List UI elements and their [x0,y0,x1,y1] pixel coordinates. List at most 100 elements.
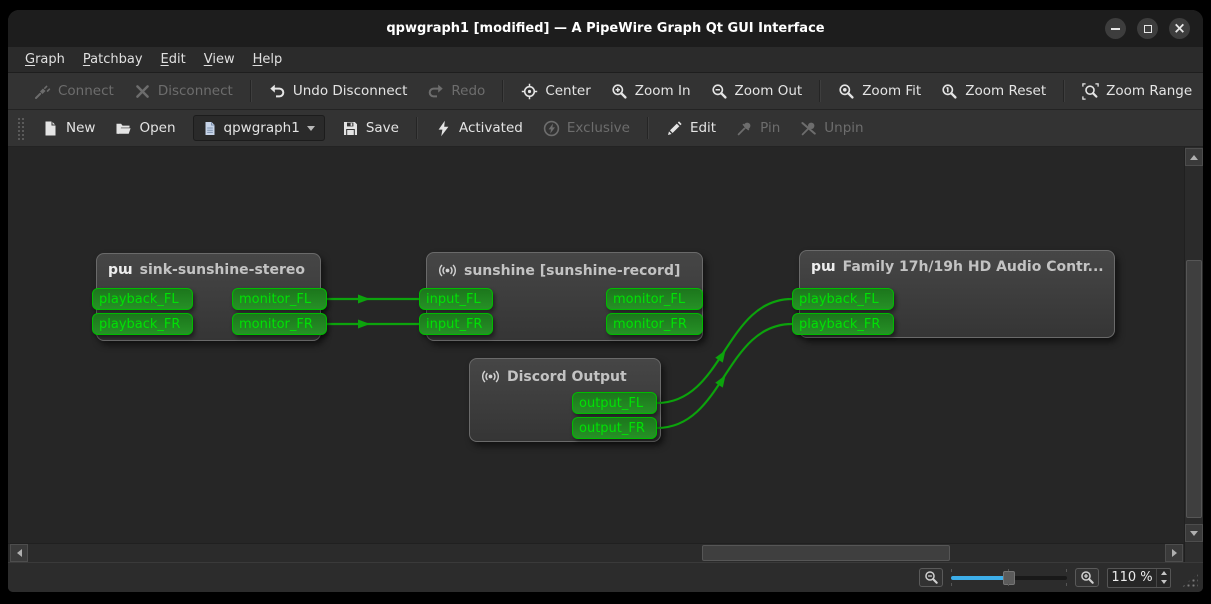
maximize-icon [1143,24,1152,33]
undo-button[interactable]: Undo Disconnect [259,77,418,106]
zoom-percent-spinbox[interactable]: 110 % [1107,567,1171,588]
resize-grip[interactable] [1181,573,1198,588]
redo-icon [429,84,444,97]
toolbar-separator [1063,80,1066,102]
connect-icon [35,85,51,99]
menu-patchbay[interactable]: Patchbay [74,49,152,70]
zoom-reset-icon [942,83,957,99]
port-monitor-fl[interactable]: monitor_FL [232,288,327,310]
toolbar-patchbay: New Open qpwgraph1 Save Activated Exclus… [8,110,1203,147]
close-icon: × [1173,19,1186,37]
maximize-button[interactable] [1137,18,1158,39]
pin-icon [737,122,751,135]
statusbar: 110 % [8,562,1203,592]
zoom-in-icon [612,83,627,99]
zoom-in-button-status[interactable] [1075,568,1099,587]
port-monitor-fr[interactable]: monitor_FR [232,313,327,335]
port-output-fl[interactable]: output_FL [572,392,657,414]
connections-layer [327,294,793,430]
port-monitor-fl[interactable]: monitor_FL [606,288,703,310]
toolbar-separator [819,80,822,102]
slider-tick [951,569,952,572]
pin-button[interactable]: Pin [726,114,790,143]
vertical-scrollbar[interactable] [1185,147,1203,543]
scroll-right-button[interactable] [1165,544,1183,562]
port-input-fr[interactable]: input_FR [419,313,493,335]
slider-tick [1066,583,1067,586]
port-playback-fr[interactable]: playback_FR [792,313,894,335]
exclusive-icon [543,120,560,136]
combobox-value: qpwgraph1 [223,120,300,136]
activated-button[interactable]: Activated [425,114,533,143]
scrollbar-corner [1185,543,1203,562]
triangle-up-icon [1160,571,1167,575]
zoom-slider[interactable] [951,568,1067,587]
menu-view[interactable]: View [195,49,244,70]
toolbar-drag-handle[interactable] [16,116,24,140]
port-playback-fr[interactable]: playback_FR [92,313,193,335]
zoom-slider-handle[interactable] [1003,571,1015,585]
slider-tick [1066,569,1067,572]
port-playback-fl[interactable]: playback_FL [792,288,894,310]
port-input-fl[interactable]: input_FL [419,288,493,310]
close-button[interactable]: × [1169,18,1190,39]
port-playback-fl[interactable]: playback_FL [92,288,193,310]
center-icon [522,83,538,99]
port-output-fr[interactable]: output_FR [572,417,657,439]
toolbar-separator [646,117,649,139]
zoom-range-button[interactable]: Zoom Range [1072,77,1202,106]
unpin-icon [801,121,817,135]
connect-button[interactable]: Connect [24,77,124,106]
spin-down-button[interactable] [1157,578,1170,587]
horizontal-scrollbar-thumb[interactable] [702,545,950,561]
menu-graph[interactable]: Graph [16,49,74,70]
minimize-icon [1111,27,1120,30]
titlebar[interactable]: qpwgraph1 [modified] — A PipeWire Graph … [8,10,1203,47]
patchbay-profile-combobox[interactable]: qpwgraph1 [192,115,325,141]
graph-view: pɯ sink-sunshine-stereo sunshine [sunshi… [8,147,1203,562]
center-button[interactable]: Center [511,77,600,106]
zoom-fit-button[interactable]: Zoom Fit [828,77,931,106]
unpin-button[interactable]: Unpin [790,114,873,143]
zoom-reset-button[interactable]: Zoom Reset [931,77,1056,106]
open-button[interactable]: Open [105,114,185,143]
app-window: qpwgraph1 [modified] — A PipeWire Graph … [8,10,1203,592]
zoom-range-icon [1082,82,1099,100]
new-icon [45,121,56,135]
scroll-down-button[interactable] [1185,524,1203,542]
toolbar-separator [502,80,505,102]
graph-canvas[interactable]: pɯ sink-sunshine-stereo sunshine [sunshi… [8,147,1184,543]
spin-up-button[interactable] [1157,569,1170,578]
edit-icon [667,120,682,135]
disconnect-button[interactable]: Disconnect [124,77,243,106]
edit-button[interactable]: Edit [656,114,726,143]
slider-tick [951,583,952,586]
patchbay-file-icon [205,121,215,135]
exclusive-button[interactable]: Exclusive [533,114,640,143]
new-button[interactable]: New [32,114,105,143]
vertical-scrollbar-thumb[interactable] [1186,260,1202,518]
zoom-out-button-status[interactable] [919,568,943,587]
save-button[interactable]: Save [332,114,409,143]
scroll-up-button[interactable] [1185,148,1203,166]
zoom-percent-value[interactable]: 110 % [1108,569,1156,587]
scroll-left-button[interactable] [10,544,28,562]
undo-icon [270,84,285,97]
triangle-right-icon [1171,549,1177,557]
zoom-out-button[interactable]: Zoom Out [701,77,813,106]
wire-arrow-icon [358,319,370,329]
port-monitor-fr[interactable]: monitor_FR [606,313,703,335]
triangle-down-icon [1160,580,1167,584]
minimize-button[interactable] [1105,18,1126,39]
menu-edit[interactable]: Edit [152,49,195,70]
menu-help[interactable]: Help [244,49,292,70]
horizontal-scrollbar[interactable] [8,543,1184,562]
triangle-left-icon [16,549,22,557]
window-title: qpwgraph1 [modified] — A PipeWire Graph … [386,21,825,36]
zoom-in-button[interactable]: Zoom In [601,77,701,106]
menubar: Graph Patchbay Edit View Help [8,47,1203,73]
zoom-fit-icon [839,83,854,99]
toolbar-separator [415,117,418,139]
triangle-down-icon [1190,530,1198,536]
redo-button[interactable]: Redo [417,77,495,106]
